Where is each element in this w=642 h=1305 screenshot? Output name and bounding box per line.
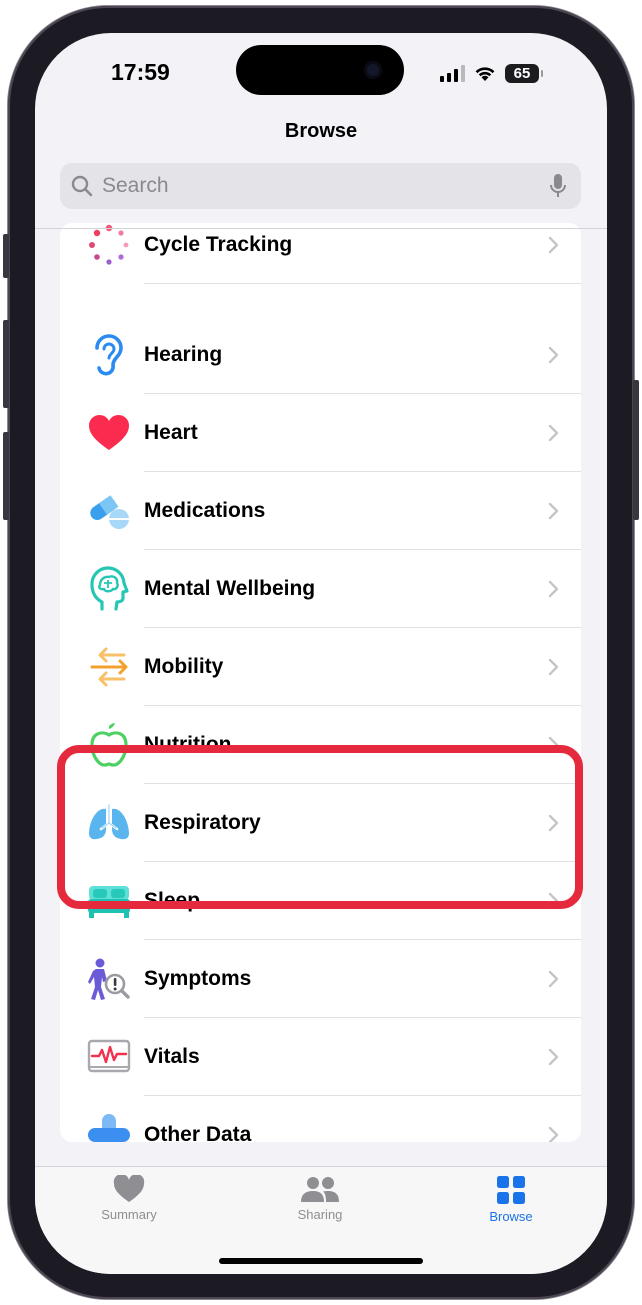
- list-item-medications[interactable]: Medications: [60, 472, 581, 550]
- header-divider: [35, 228, 607, 229]
- plus-cross-icon: [86, 1112, 132, 1142]
- action-button: [3, 234, 9, 278]
- list-item-other-data[interactable]: Other Data: [60, 1096, 581, 1142]
- ekg-chart-icon: [86, 1034, 132, 1080]
- category-list: Cycle Tracking Hearing Heart Medications…: [60, 223, 581, 1142]
- list-item-sleep[interactable]: Sleep: [60, 862, 581, 940]
- grid-icon: [497, 1176, 525, 1204]
- list-item-label: Sleep: [144, 889, 201, 912]
- heart-icon: [113, 1175, 145, 1202]
- chevron-right-icon: [548, 502, 559, 520]
- tab-browse[interactable]: Browse: [451, 1175, 571, 1224]
- battery-icon: 65: [505, 63, 543, 83]
- list-item-symptoms[interactable]: Symptoms: [60, 940, 581, 1018]
- status-time: 17:59: [111, 59, 170, 85]
- chevron-right-icon: [548, 892, 559, 910]
- list-item-nutrition[interactable]: Nutrition: [60, 706, 581, 784]
- list-item-heart[interactable]: Heart: [60, 394, 581, 472]
- tab-sharing[interactable]: Sharing: [260, 1175, 380, 1222]
- separator: [144, 283, 581, 284]
- list-item-cycle-tracking[interactable]: Cycle Tracking: [60, 223, 581, 284]
- list-item-label: Cycle Tracking: [144, 233, 293, 256]
- list-item-label: Nutrition: [144, 733, 232, 756]
- bed-icon: [86, 878, 132, 924]
- chevron-right-icon: [548, 736, 559, 754]
- list-item-label: Medications: [144, 499, 266, 522]
- home-indicator[interactable]: [219, 1258, 423, 1264]
- list-item-respiratory[interactable]: Respiratory: [60, 784, 581, 862]
- list-item-label: Respiratory: [144, 811, 261, 834]
- chevron-right-icon: [548, 814, 559, 832]
- list-item-label: Vitals: [144, 1045, 200, 1068]
- search-icon: [71, 175, 93, 197]
- person-magnifier-icon: [86, 956, 132, 1002]
- power-button: [633, 380, 639, 520]
- volume-down-button: [3, 432, 9, 520]
- page-title: Browse: [284, 120, 358, 142]
- list-item-label: Other Data: [144, 1123, 252, 1142]
- search-input[interactable]: [102, 174, 549, 198]
- front-camera: [364, 61, 382, 79]
- people-icon: [301, 1177, 339, 1202]
- screen: 17:59 65 Browse Search Cycle Tracking He…: [35, 33, 607, 1274]
- list-item-mental-wellbeing[interactable]: Mental Wellbeing: [60, 550, 581, 628]
- list-item-hearing[interactable]: Hearing: [60, 316, 581, 394]
- tab-summary[interactable]: Summary: [69, 1175, 189, 1222]
- cellular-signal-icon: [440, 64, 465, 82]
- chevron-right-icon: [548, 658, 559, 676]
- cycle-tracking-icon: [86, 223, 132, 268]
- tab-label: Summary: [101, 1207, 157, 1222]
- chevron-right-icon: [548, 236, 559, 254]
- pills-icon: [86, 488, 132, 534]
- volume-up-button: [3, 320, 9, 408]
- head-brain-icon: [86, 566, 132, 612]
- heart-icon: [86, 410, 132, 456]
- wifi-icon: [475, 67, 495, 81]
- list-item-label: Symptoms: [144, 967, 252, 990]
- apple-icon: [86, 722, 132, 768]
- list-item-label: Heart: [144, 421, 198, 444]
- arrows-icon: [86, 644, 132, 690]
- list-item-label: Hearing: [144, 343, 223, 366]
- chevron-right-icon: [548, 1126, 559, 1142]
- status-icons: 65: [440, 62, 543, 84]
- tab-label: Browse: [489, 1209, 533, 1224]
- chevron-right-icon: [548, 970, 559, 988]
- list-item-mobility[interactable]: Mobility: [60, 628, 581, 706]
- lungs-icon: [86, 800, 132, 846]
- list-item-label: Mental Wellbeing: [144, 577, 316, 600]
- search-bar[interactable]: [60, 163, 581, 209]
- chevron-right-icon: [548, 1048, 559, 1066]
- tab-label: Sharing: [297, 1207, 343, 1222]
- list-item-label: Mobility: [144, 655, 224, 678]
- chevron-right-icon: [548, 424, 559, 442]
- chevron-right-icon: [548, 346, 559, 364]
- dynamic-island: [236, 45, 404, 95]
- chevron-right-icon: [548, 580, 559, 598]
- ear-icon: [86, 332, 132, 378]
- list-item-vitals[interactable]: Vitals: [60, 1018, 581, 1096]
- microphone-icon[interactable]: [549, 173, 567, 199]
